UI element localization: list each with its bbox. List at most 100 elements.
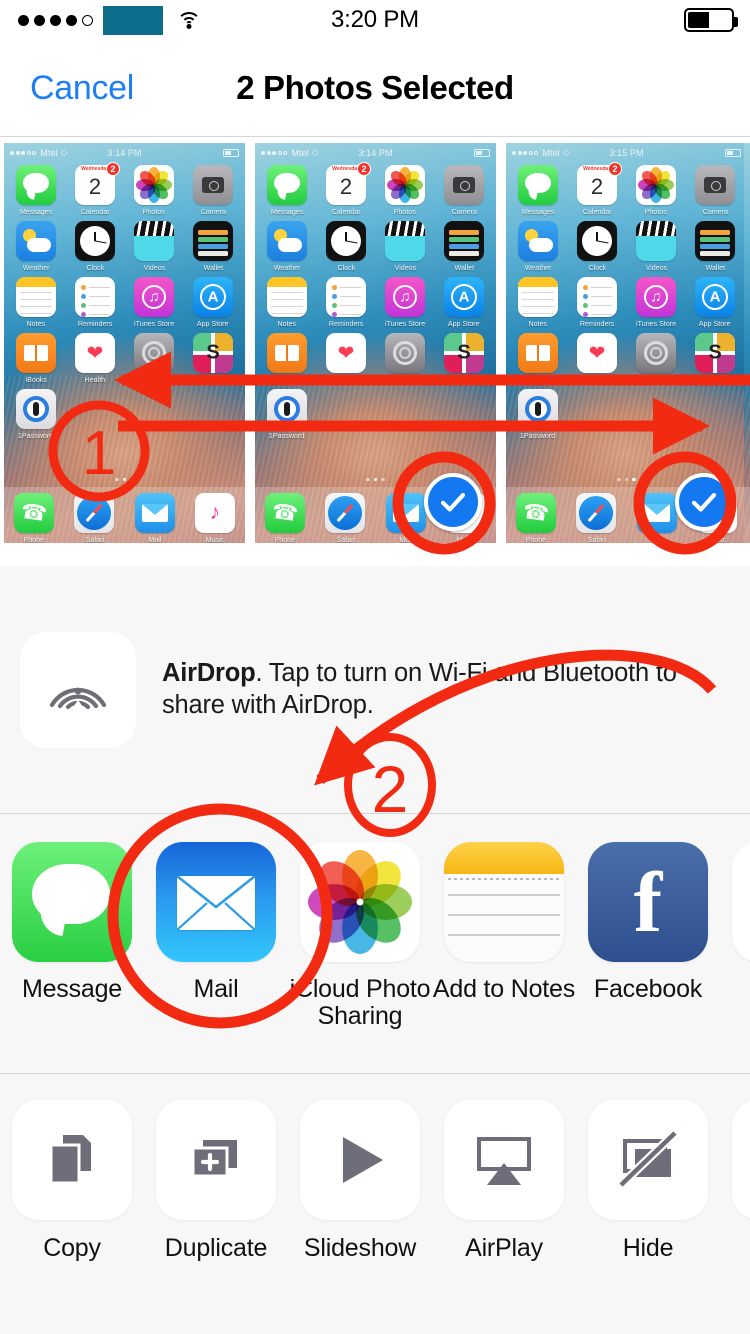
mini-status-bar: Mtel ◇ 3:14 PM: [255, 145, 496, 160]
share-app-item[interactable]: iCloud Photo Sharing: [288, 842, 432, 1030]
home-screen-app: Camera: [440, 165, 488, 216]
home-screen-app: Camera: [691, 165, 739, 216]
app-badge: 2: [608, 162, 622, 176]
dock-app: Safari: [70, 493, 118, 543]
home-screen-app: Reminders: [573, 277, 621, 328]
home-screen-app: 1Password: [514, 389, 562, 440]
home-screen-app: ❤ Health: [322, 333, 370, 384]
home-screen-app: Weather: [12, 221, 60, 272]
app-badge: 2: [106, 162, 120, 176]
dock-app: Mail: [382, 493, 430, 543]
home-screen-app: Videos: [381, 221, 429, 272]
home-screen-app: ❤ Health: [71, 333, 119, 384]
selection-checkmark-icon[interactable]: [675, 473, 733, 531]
home-screen-app: Photos: [381, 165, 429, 216]
action-row[interactable]: Copy Duplicate Slideshow AirPlay Hide: [0, 1074, 750, 1314]
home-screen-app: 2 Wednesday 2 Calendar: [573, 162, 622, 216]
slideshow-icon[interactable]: [300, 1100, 420, 1220]
home-screen-app: Camera: [189, 165, 237, 216]
action-item[interactable]: AirPlay: [432, 1100, 576, 1263]
photo-thumbnail[interactable]: Mtel ◇ 3:15 PM Messages 2 Wednesday 2 Calendar P…: [506, 143, 747, 543]
home-screen-app: Notes: [12, 277, 60, 328]
home-screen-app: ❤ Health: [573, 333, 621, 384]
home-screen-app: Wallet: [189, 221, 237, 272]
action-item[interactable]: Slideshow: [288, 1100, 432, 1263]
action-item[interactable]: Duplicate: [144, 1100, 288, 1263]
copy-icon[interactable]: [12, 1100, 132, 1220]
photo-thumbnail[interactable]: Mtel ◇ 3:14 PM Messages 2 Wednesday 2 Calendar P…: [255, 143, 496, 543]
home-screen-app: Settings: [632, 333, 680, 384]
home-screen-app: ♫ iTunes Store: [381, 277, 429, 328]
share-app-item-partial[interactable]: [720, 842, 750, 962]
home-screen-app: 2 Wednesday 2 Calendar: [322, 162, 371, 216]
share-app-item[interactable]: Message: [0, 842, 144, 1003]
share-app-label: Message: [21, 975, 123, 1003]
share-app-item[interactable]: Add to Notes: [432, 842, 576, 1003]
home-screen-app: A App Store: [440, 277, 488, 328]
hide-icon[interactable]: [588, 1100, 708, 1220]
home-screen-app: Settings: [381, 333, 429, 384]
home-screen-app: Notes: [263, 277, 311, 328]
airdrop-title: AirDrop: [162, 658, 256, 687]
home-screen-app: Reminders: [322, 277, 370, 328]
home-screen-app: 1Password: [263, 389, 311, 440]
home-screen-app: iBooks: [263, 333, 311, 384]
share-app-label: iCloud Photo Sharing: [289, 975, 431, 1030]
mini-status-bar: ◇: [744, 145, 750, 160]
home-screen-app: Wallet: [440, 221, 488, 272]
dock-app: ☎ Phone: [261, 493, 309, 543]
dock-app: Mail: [633, 493, 681, 543]
share-app-label: Mail: [193, 975, 239, 1003]
selection-checkmark-icon[interactable]: [424, 473, 482, 531]
home-screen-app: iBooks: [514, 333, 562, 384]
mini-status-bar: Mtel ◇ 3:14 PM: [4, 145, 245, 160]
home-screen-app: ♫ iTunes Store: [130, 277, 178, 328]
airplay-icon[interactable]: [444, 1100, 564, 1220]
dock-app: Safari: [572, 493, 620, 543]
battery-icon: [684, 8, 738, 32]
app-badge: 2: [357, 162, 371, 176]
home-screen-app: A App Store: [691, 277, 739, 328]
share-app-item[interactable]: f Facebook: [576, 842, 720, 1003]
home-screen-app: S Slack: [691, 333, 739, 384]
home-screen-app: Videos: [632, 221, 680, 272]
home-screen-app: Notes: [514, 277, 562, 328]
mini-status-bar: Mtel ◇ 3:15 PM: [506, 145, 747, 160]
share-app-item[interactable]: Mail: [144, 842, 288, 1003]
action-item[interactable]: Copy: [0, 1100, 144, 1263]
home-screen-app: Wallet: [691, 221, 739, 272]
action-item[interactable]: Hide: [576, 1100, 720, 1263]
duplicate-icon[interactable]: [156, 1100, 276, 1220]
action-label: Hide: [622, 1234, 674, 1262]
home-screen-app: 2 Wednesday 2 Calendar: [71, 162, 120, 216]
home-screen-app: Messages: [514, 165, 562, 216]
action-label: Slideshow: [303, 1234, 417, 1262]
photo-thumbnail-partial[interactable]: ◇Messages2Wednesday2CalendarPhotosCamera…: [744, 143, 750, 543]
home-screen-screenshot: Mtel ◇ 3:14 PM Messages 2 Wednesday 2 Calendar P…: [4, 143, 245, 543]
photo-thumbnail[interactable]: Mtel ◇ 3:14 PM Messages 2 Wednesday 2 Calendar P…: [4, 143, 245, 543]
home-screen-app: Messages: [263, 165, 311, 216]
photo-thumbnail-strip[interactable]: Mtel ◇ 3:14 PM Messages 2 Wednesday 2 Calendar P…: [0, 138, 750, 566]
action-label: Copy: [43, 1234, 101, 1262]
share-app-row[interactable]: Message Mail iCloud Photo Sharing Add to No…: [0, 814, 750, 1073]
home-screen-app: Clock: [322, 221, 370, 272]
home-screen-app: Reminders: [71, 277, 119, 328]
home-screen-dock: ☎PhoneSafari Mail♪Music: [4, 487, 245, 543]
airdrop-row[interactable]: AirDrop. Tap to turn on Wi-Fi and Blueto…: [0, 566, 750, 813]
dock-app: Mail: [131, 493, 179, 543]
navigation-bar: Cancel 2 Photos Selected: [0, 40, 750, 137]
dock-app: Safari: [321, 493, 369, 543]
home-screen-app: Messages: [12, 165, 60, 216]
action-label: AirPlay: [465, 1234, 543, 1262]
action-item-partial[interactable]: [720, 1100, 750, 1220]
airdrop-icon[interactable]: [20, 631, 136, 748]
home-screen-app: Weather: [514, 221, 562, 272]
dock-app: ☎ Phone: [512, 493, 560, 543]
page-title: 2 Photos Selected: [236, 69, 514, 106]
home-screen-app: A App Store: [189, 277, 237, 328]
home-screen-app: 1Password: [12, 389, 60, 440]
share-app-label: Facebook: [593, 975, 703, 1003]
share-app-label: Add to Notes: [432, 975, 576, 1003]
home-screen-app: S Slack: [189, 333, 237, 384]
dock-app: ♪Music: [191, 493, 239, 543]
